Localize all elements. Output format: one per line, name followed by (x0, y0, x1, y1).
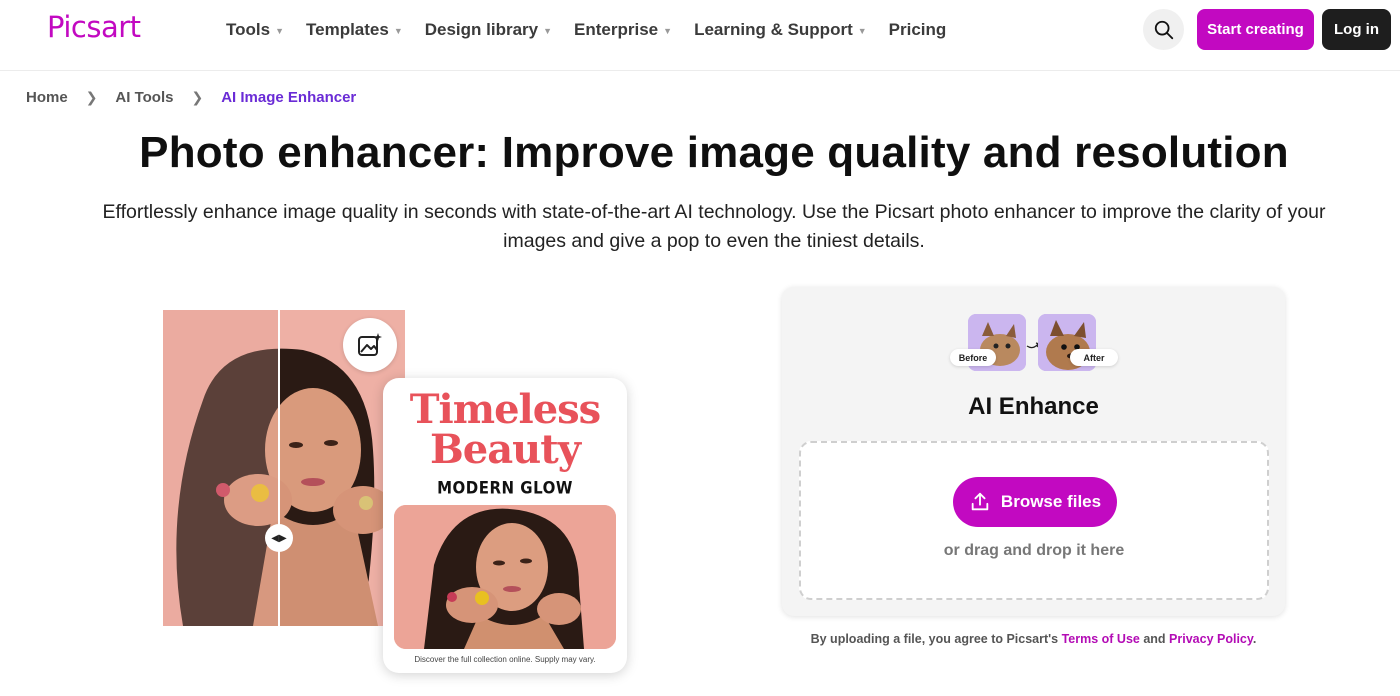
poster-title-line1: Timeless (409, 386, 601, 433)
upload-icon (971, 492, 989, 511)
nav-design-library[interactable]: Design library ▼ (425, 20, 552, 40)
chevron-down-icon: ▼ (663, 26, 673, 36)
nav-learning-support[interactable]: Learning & Support ▼ (694, 20, 867, 40)
breadcrumb: Home ❯ AI Tools ❯ AI Image Enhancer (26, 89, 356, 106)
nav-pricing-label: Pricing (888, 20, 947, 39)
site-header: Picsart Tools ▼ Templates ▼ Design libra… (0, 0, 1400, 71)
chevron-right-icon: ❯ (191, 89, 204, 105)
picsart-logo[interactable]: Picsart (47, 10, 141, 44)
upload-panel: Before After AI Enhance Browse files or … (782, 287, 1285, 616)
nav-design-library-label: Design library (424, 20, 539, 39)
privacy-policy-link[interactable]: Privacy Policy (1169, 632, 1253, 646)
nav-templates[interactable]: Templates ▼ (306, 20, 403, 40)
browse-files-label: Browse files (1000, 492, 1102, 511)
breadcrumb-home[interactable]: Home (26, 89, 68, 106)
drag-drop-hint: or drag and drop it here (943, 542, 1125, 559)
nav-enterprise-label: Enterprise (574, 20, 659, 39)
chevron-down-icon: ▼ (275, 26, 284, 36)
file-dropzone[interactable]: Browse files or drag and drop it here (799, 441, 1269, 600)
nav-tools-label: Tools (226, 20, 271, 39)
chevron-down-icon: ▼ (393, 26, 403, 36)
image-sparkle-icon (343, 318, 397, 372)
browse-files-button[interactable]: Browse files (953, 477, 1117, 527)
login-button[interactable]: Log in (1322, 9, 1391, 50)
nav-enterprise[interactable]: Enterprise ▼ (574, 20, 672, 40)
poster-title-line2: Beauty (430, 426, 581, 473)
nav-templates-label: Templates (306, 20, 389, 39)
poster-photo (394, 505, 616, 649)
nav-tools[interactable]: Tools ▼ (226, 20, 284, 40)
terms-and: and (1143, 632, 1166, 646)
chevron-down-icon: ▼ (857, 26, 867, 36)
nav-learning-support-label: Learning & Support (694, 20, 853, 39)
poster-title: Timeless Beauty (383, 390, 627, 470)
upload-terms: By uploading a file, you agree to Picsar… (782, 632, 1285, 646)
chevron-right-icon: ❯ (85, 89, 98, 105)
start-creating-button[interactable]: Start creating (1197, 9, 1314, 50)
compare-divider (278, 310, 280, 626)
ai-enhance-title: AI Enhance (968, 393, 1099, 420)
poster-subtitle: MODERN GLOW (437, 477, 573, 499)
breadcrumb-ai-tools[interactable]: AI Tools (115, 89, 173, 106)
terms-of-use-link[interactable]: Terms of Use (1062, 632, 1140, 646)
search-icon (1154, 20, 1173, 39)
breadcrumb-current: AI Image Enhancer (221, 89, 357, 106)
after-label: After (1070, 349, 1118, 366)
poster-card: Timeless Beauty MODERN GLOW Discover the… (383, 378, 627, 673)
chevron-down-icon: ▼ (543, 26, 553, 36)
page-subtitle: Effortlessly enhance image quality in se… (102, 201, 1326, 252)
main-nav: Tools ▼ Templates ▼ Design library ▼ Ent… (226, 0, 968, 60)
terms-prefix: By uploading a file, you agree to Picsar… (810, 632, 1059, 646)
poster-note: Discover the full collection online. Sup… (414, 655, 596, 664)
left-right-arrows-icon[interactable]: ◀▶ (265, 524, 293, 552)
terms-suffix: . (1252, 632, 1257, 646)
before-label: Before (950, 349, 996, 366)
nav-pricing[interactable]: Pricing (889, 20, 947, 40)
page-title: Photo enhancer: Improve image quality an… (139, 128, 1289, 177)
search-button[interactable] (1143, 9, 1184, 50)
